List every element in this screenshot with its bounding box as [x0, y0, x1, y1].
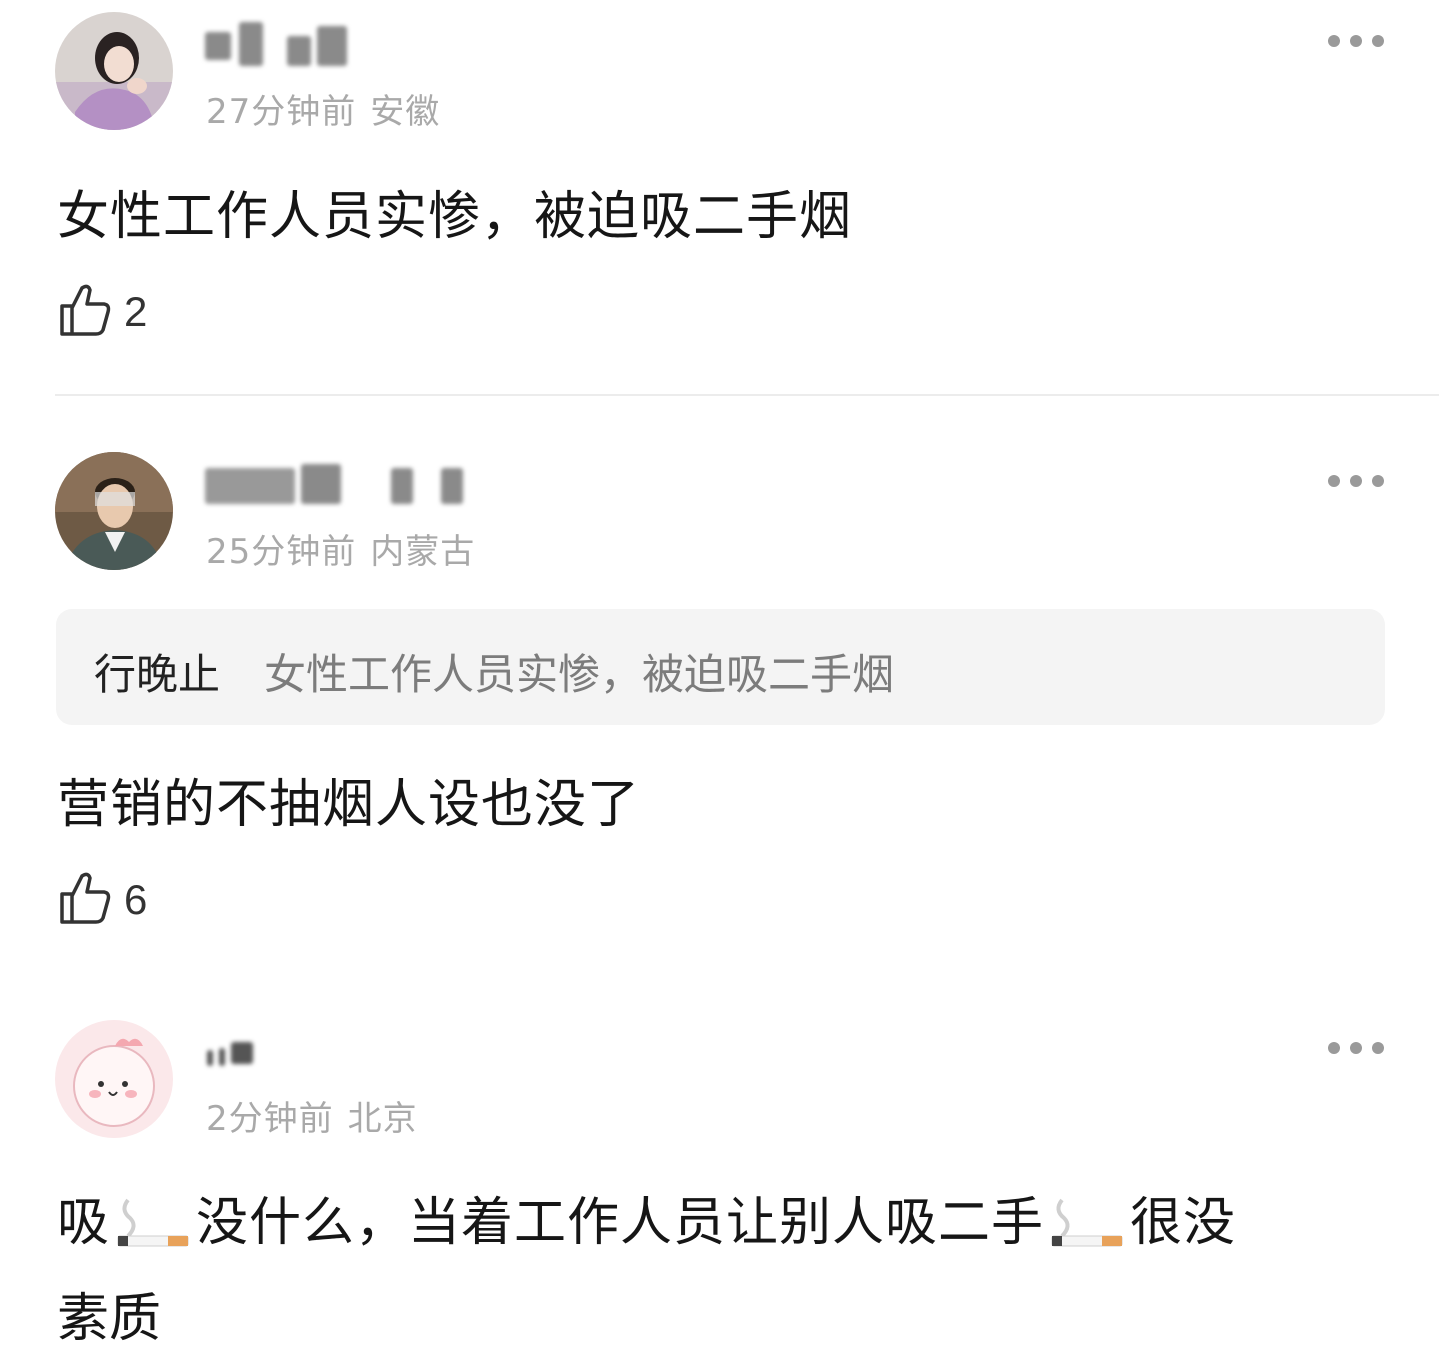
user-avatar[interactable] — [55, 1020, 173, 1138]
comment-text-line2: 素质 — [57, 1289, 162, 1349]
divider — [55, 394, 1439, 396]
user-avatar[interactable] — [55, 452, 173, 570]
comment-meta: 27分钟前 安徽 — [206, 84, 440, 133]
more-dots-icon[interactable] — [1328, 474, 1384, 488]
comment-text: 吸 没什么，当着工作人员让别人吸二手 很没 — [57, 1180, 1236, 1255]
thumbs-up-icon — [58, 870, 112, 930]
like-button[interactable]: 6 — [58, 870, 147, 930]
username-blurred — [205, 458, 485, 510]
thumbs-up-icon — [58, 282, 112, 342]
comment-text: 女性工作人员实惨，被迫吸二手烟 — [57, 187, 853, 247]
more-dots-icon[interactable] — [1328, 1041, 1384, 1055]
username-blurred — [205, 18, 350, 70]
like-count: 6 — [124, 876, 148, 923]
comment-location: 安徽 — [370, 92, 441, 132]
comment-time: 2分钟前 — [206, 1099, 334, 1139]
user-avatar[interactable] — [55, 12, 173, 130]
quoted-author: 行晚止 — [94, 650, 221, 699]
quoted-reply[interactable]: 行晚止 女性工作人员实惨，被迫吸二手烟 — [56, 609, 1385, 725]
comment-location: 内蒙古 — [370, 532, 476, 572]
quoted-text: 女性工作人员实惨，被迫吸二手烟 — [264, 650, 895, 699]
comment-location: 北京 — [347, 1099, 418, 1139]
like-count: 2 — [124, 288, 148, 335]
comment-text-part: 吸 — [57, 1193, 111, 1253]
cigarette-emoji-icon — [114, 1192, 192, 1250]
cigarette-emoji-icon — [1048, 1192, 1126, 1250]
comment-text-part: 没什么，当着工作人员让别人吸二手 — [196, 1193, 1045, 1253]
comment-meta: 2分钟前 北京 — [206, 1091, 418, 1140]
comment-text: 营销的不抽烟人设也没了 — [57, 775, 641, 835]
comment-text-part: 很没 — [1130, 1193, 1237, 1253]
comment-time: 27分钟前 — [206, 92, 357, 132]
more-dots-icon[interactable] — [1328, 34, 1384, 48]
comment-meta: 25分钟前 内蒙古 — [206, 524, 475, 573]
like-button[interactable]: 2 — [58, 282, 147, 342]
username-blurred — [205, 1038, 265, 1068]
comment-time: 25分钟前 — [206, 532, 357, 572]
